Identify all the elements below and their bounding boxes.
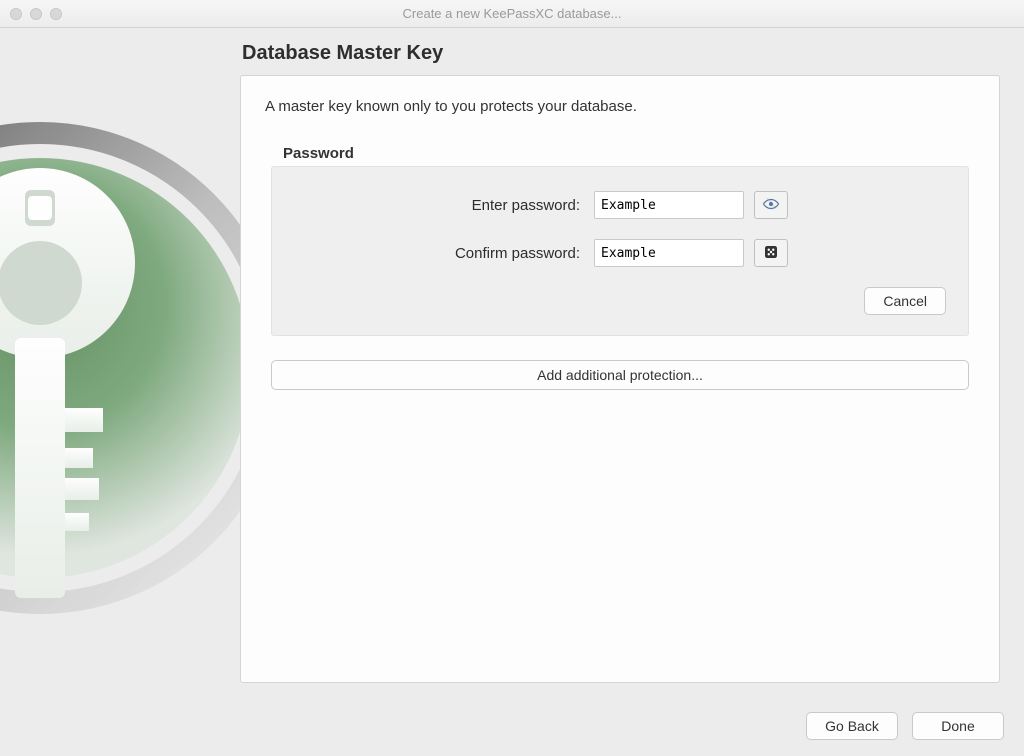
close-window-button[interactable] — [10, 8, 22, 20]
intro-text: A master key known only to you protects … — [265, 98, 975, 115]
window-controls — [10, 8, 62, 20]
eye-icon — [762, 195, 780, 216]
password-block: Enter password: Confirm passwor — [271, 166, 969, 336]
cancel-button[interactable]: Cancel — [864, 287, 946, 315]
done-button[interactable]: Done — [912, 712, 1004, 740]
wizard-footer: Go Back Done — [806, 712, 1004, 740]
confirm-password-input[interactable] — [594, 239, 744, 267]
key-illustration — [0, 118, 250, 678]
enter-password-input[interactable] — [594, 191, 744, 219]
generate-password-button[interactable] — [754, 239, 788, 267]
toggle-password-visibility-button[interactable] — [754, 191, 788, 219]
enter-password-label: Enter password: — [294, 197, 594, 214]
enter-password-row: Enter password: — [294, 191, 946, 219]
confirm-password-label: Confirm password: — [294, 245, 594, 262]
go-back-button[interactable]: Go Back — [806, 712, 898, 740]
password-group-label: Password — [283, 145, 975, 162]
add-additional-protection-button[interactable]: Add additional protection... — [271, 360, 969, 390]
page-title: Database Master Key — [242, 42, 1000, 65]
confirm-password-row: Confirm password: — [294, 239, 946, 267]
window-titlebar: Create a new KeePassXC database... — [0, 0, 1024, 28]
master-key-panel: A master key known only to you protects … — [240, 75, 1000, 683]
minimize-window-button[interactable] — [30, 8, 42, 20]
window-title: Create a new KeePassXC database... — [0, 6, 1024, 21]
zoom-window-button[interactable] — [50, 8, 62, 20]
dice-icon — [762, 243, 780, 264]
